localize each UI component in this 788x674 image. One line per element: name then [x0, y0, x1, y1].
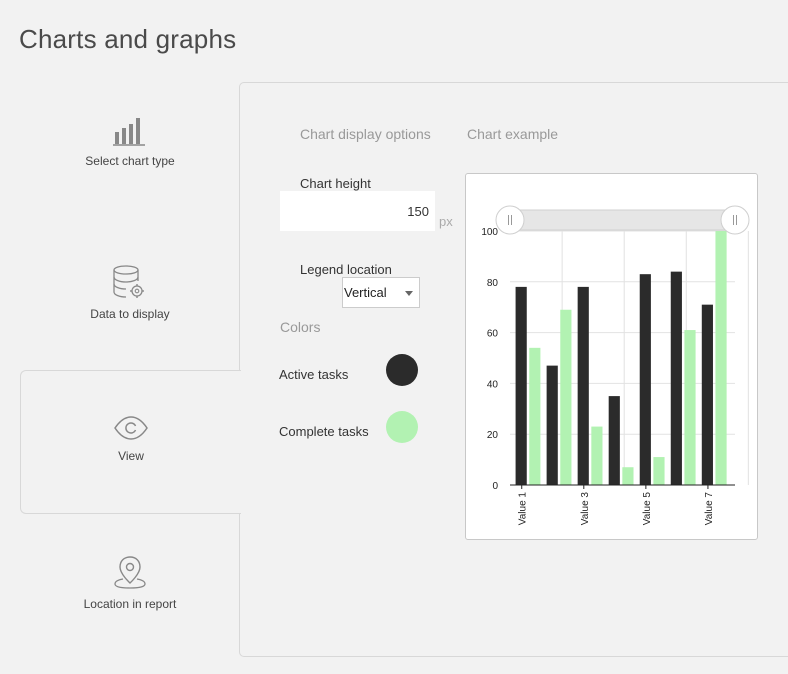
- page-title: Charts and graphs: [19, 24, 237, 54]
- step-data-to-display[interactable]: Data to display: [20, 265, 240, 345]
- bar-chart: 0 20 40 60 80 100 Value 1 Value 3 Value 5 Value 7: [481, 205, 750, 526]
- complete-tasks-label: Complete tasks: [279, 424, 369, 439]
- legend-location-value: Vertical: [344, 285, 387, 300]
- chart-bar: [529, 347, 541, 485]
- step-label: Location in report: [83, 597, 177, 611]
- legend-location-label: Legend location: [300, 262, 392, 277]
- chart-bar: [653, 457, 665, 485]
- chart-bar: [622, 467, 634, 485]
- height-unit: px: [439, 214, 453, 229]
- y-tick-label: 40: [487, 379, 499, 390]
- complete-tasks-color-swatch[interactable]: [386, 411, 418, 443]
- chart-bar: [560, 309, 572, 485]
- range-slider-handle[interactable]: [720, 205, 750, 235]
- chart-bar: [639, 274, 651, 485]
- legend-location-select[interactable]: Vertical: [342, 277, 420, 308]
- chart-bar: [684, 330, 696, 485]
- step-select-chart-type[interactable]: Select chart type: [20, 116, 240, 196]
- range-slider-track[interactable]: [509, 209, 736, 231]
- chart-height-input[interactable]: [280, 191, 435, 231]
- step-view[interactable]: View: [20, 370, 242, 514]
- y-tick-label: 80: [487, 278, 499, 289]
- chart-height-label: Chart height: [300, 176, 371, 191]
- step-label: Data to display: [90, 307, 170, 321]
- colors-heading: Colors: [280, 319, 321, 335]
- chart-bar: [591, 426, 603, 485]
- chart-bar: [546, 365, 558, 485]
- active-tasks-label: Active tasks: [279, 367, 349, 382]
- chart-bar: [701, 304, 713, 485]
- map-pin-icon: [114, 556, 146, 589]
- chart-bar: [715, 231, 727, 485]
- display-options-heading: Chart display options: [300, 126, 431, 142]
- chart-bar: [515, 286, 527, 485]
- x-tick-label: Value 5: [642, 492, 653, 526]
- eye-icon: [114, 416, 148, 440]
- chevron-down-icon: [405, 291, 413, 296]
- chart-bar: [670, 271, 682, 485]
- range-slider-handle[interactable]: [495, 205, 525, 235]
- y-tick-label: 20: [487, 430, 499, 441]
- step-label: View: [118, 449, 144, 463]
- x-tick-label: Value 1: [518, 492, 529, 526]
- chart-example-heading: Chart example: [467, 126, 559, 142]
- chart-preview: 0 20 40 60 80 100 Value 1 Value 3 Value 5 Value 7: [465, 173, 758, 540]
- y-tick-label: 60: [487, 329, 499, 340]
- chart-bar: [608, 396, 620, 485]
- x-tick-label: Value 3: [580, 492, 591, 526]
- y-tick-label: 0: [492, 481, 498, 492]
- database-settings-icon: [113, 265, 144, 298]
- y-tick-label: 100: [481, 227, 498, 238]
- bar-chart-icon: [113, 118, 145, 146]
- x-tick-label: Value 7: [704, 492, 715, 526]
- step-label: Select chart type: [85, 154, 175, 168]
- step-location-in-report[interactable]: Location in report: [20, 555, 240, 625]
- active-tasks-color-swatch[interactable]: [386, 354, 418, 386]
- chart-bar: [577, 286, 589, 485]
